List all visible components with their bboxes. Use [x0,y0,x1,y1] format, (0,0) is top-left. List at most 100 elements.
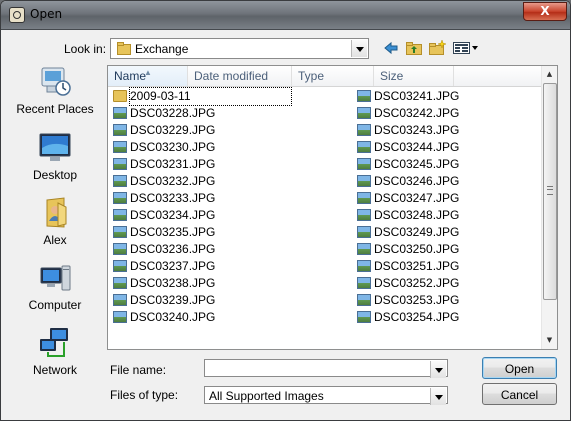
image-file-icon [357,260,371,272]
user-folder-icon [46,197,67,228]
image-file-icon [113,141,127,153]
folder-icon [117,42,131,55]
close-button[interactable]: X [523,2,567,21]
look-in-combobox[interactable]: Exchange [110,38,369,59]
file-name-text: DSC03251.JPG [374,259,460,273]
file-name-text: DSC03249.JPG [374,225,460,239]
image-file-icon [113,294,127,306]
image-file-icon [357,158,371,170]
file-name-text: 2009-03-11 [129,87,292,106]
file-name-text: DSC03248.JPG [374,208,460,222]
open-button[interactable]: Open [482,357,557,379]
file-name-text: DSC03231.JPG [130,157,216,171]
place-network[interactable]: Network [13,327,97,377]
file-name-text: DSC03236.JPG [130,242,216,256]
image-file-icon [357,141,371,153]
places-bar: Recent Places Desktop Alex Computer Netw… [13,66,97,377]
new-folder-icon[interactable] [428,40,446,56]
image-file-icon [357,277,371,289]
image-file-icon [113,226,127,238]
window-title: Open [30,7,63,21]
file-name-text: DSC03233.JPG [130,191,216,205]
file-name-text: DSC03250.JPG [374,242,460,256]
image-file-icon [113,192,127,204]
place-label: Network [32,363,77,377]
file-name-combobox[interactable] [204,359,448,378]
place-label: Desktop [32,168,78,182]
sort-ascending-icon: ▲ [144,68,152,77]
image-file-icon [113,158,127,170]
file-name-text: DSC03232.JPG [130,174,216,188]
image-file-icon [357,311,371,323]
place-alex[interactable]: Alex [13,197,97,247]
file-list[interactable]: ▲ Name Date modified Type Size 2009-03-1… [107,65,558,350]
file-name-text: DSC03238.JPG [130,276,216,290]
image-file-icon [113,277,127,289]
back-icon[interactable] [382,40,400,56]
app-icon [9,7,25,23]
scroll-up-icon[interactable]: ▲ [542,66,557,83]
image-file-icon [113,209,127,221]
grip-icon [547,186,553,195]
chevron-down-icon[interactable] [430,361,446,378]
column-header-row: ▲ Name Date modified Type Size [108,66,543,87]
file-name-text: DSC03235.JPG [130,225,216,239]
place-desktop[interactable]: Desktop [13,132,97,182]
computer-icon [40,265,71,291]
place-recent-places[interactable]: Recent Places [13,66,97,116]
image-file-icon [113,243,127,255]
scroll-down-icon[interactable]: ▼ [542,332,557,349]
image-file-icon [357,192,371,204]
file-name-text: DSC03254.JPG [374,310,460,324]
place-label: Alex [43,233,67,247]
image-file-icon [357,294,371,306]
image-file-icon [357,209,371,221]
look-in-label: Look in: [64,42,107,56]
file-name-text: DSC03230.JPG [130,140,216,154]
file-name-text: DSC03244.JPG [374,140,460,154]
file-name-text: DSC03237.JPG [130,259,216,273]
desktop-icon [39,133,71,161]
file-name-text: DSC03242.JPG [374,106,460,120]
file-name-text: DSC03229.JPG [130,123,216,137]
file-name-text: DSC03239.JPG [130,293,216,307]
title-bar[interactable]: Open X [1,1,570,30]
files-of-type-select[interactable]: All Supported Images [204,386,448,405]
files-of-type-value: All Supported Images [209,389,324,403]
open-dialog: Open X Look in: Exchange Recent Places D… [0,0,571,421]
file-name-text: DSC03246.JPG [374,174,460,188]
place-label: Computer [28,298,82,312]
image-file-icon [357,175,371,187]
image-file-icon [357,124,371,136]
view-menu-icon[interactable] [453,40,479,56]
chevron-down-icon[interactable] [430,388,446,405]
recent-places-icon [41,67,71,96]
column-header-name[interactable]: ▲ Name [108,66,188,86]
image-file-icon [113,175,127,187]
image-file-icon [113,124,127,136]
column-header-size[interactable]: Size [374,66,454,86]
file-name-text: DSC03228.JPG [130,106,216,120]
folder-icon [113,90,127,102]
up-folder-icon[interactable] [405,40,423,56]
place-computer[interactable]: Computer [13,262,97,312]
file-name-text: DSC03234.JPG [130,208,216,222]
file-name-text: DSC03247.JPG [374,191,460,205]
dialog-body: Look in: Exchange Recent Places Desktop … [7,30,564,416]
scroll-thumb[interactable] [543,83,557,300]
cancel-button[interactable]: Cancel [482,383,557,405]
image-file-icon [113,107,127,119]
place-label: Recent Places [16,102,94,116]
vertical-scrollbar[interactable]: ▲ ▼ [541,66,557,349]
files-of-type-label: Files of type: [110,388,179,402]
image-file-icon [357,90,371,102]
column-header-date-modified[interactable]: Date modified [188,66,292,86]
image-file-icon [113,260,127,272]
image-file-icon [357,226,371,238]
file-name-text: DSC03243.JPG [374,123,460,137]
look-in-value: Exchange [135,42,189,56]
column-header-type[interactable]: Type [292,66,374,86]
file-name-text: DSC03240.JPG [130,310,216,324]
chevron-down-icon[interactable] [351,40,367,57]
file-name-text: DSC03245.JPG [374,157,460,171]
